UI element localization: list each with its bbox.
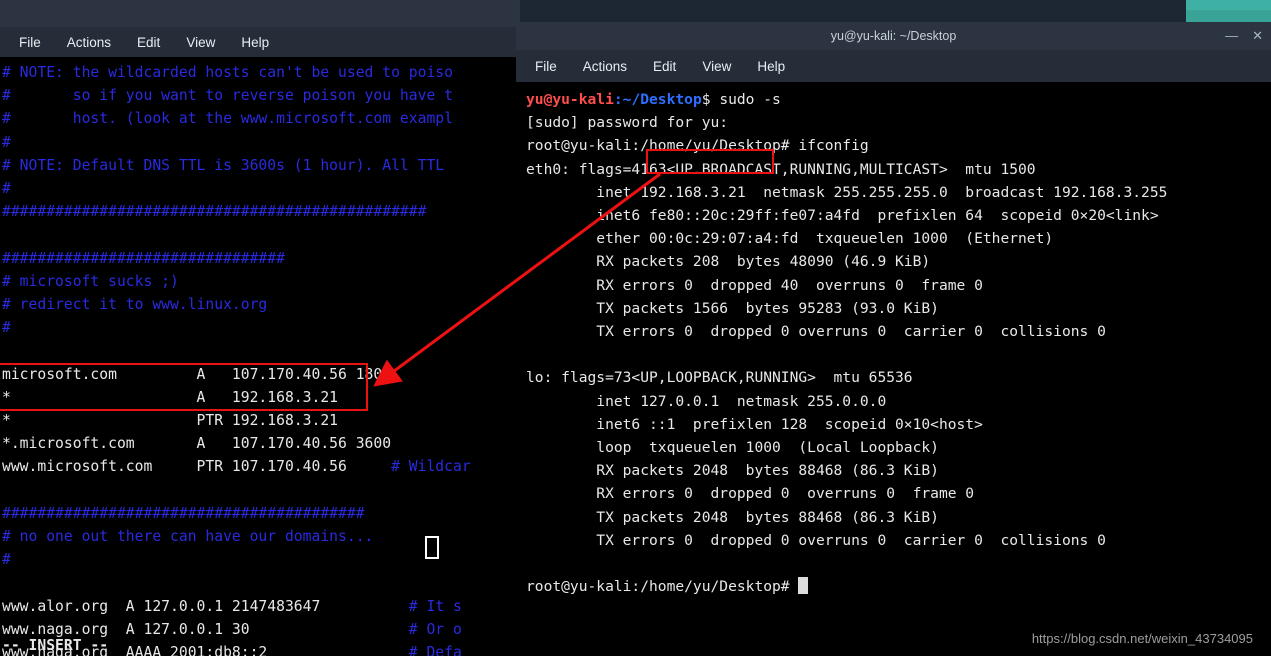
shell-block-cursor <box>798 577 809 595</box>
menu-item-file[interactable]: File <box>8 31 52 54</box>
front-window-title: yu@yu-kali: ~/Desktop <box>830 29 957 43</box>
back-window-menubar[interactable]: File Actions Edit View Help <box>0 27 520 57</box>
menu-item-edit[interactable]: Edit <box>126 31 171 54</box>
back-window-titlebar[interactable]: yu@yu-kali: ~/Desktop <box>0 0 520 27</box>
menu-item-view[interactable]: View <box>691 55 742 78</box>
menu-item-view[interactable]: View <box>175 31 226 54</box>
menu-item-actions[interactable]: Actions <box>56 31 122 54</box>
ifconfig-session-output[interactable]: yu@yu-kali:~/Desktop$ sudo -s [sudo] pas… <box>516 82 1271 598</box>
menu-item-help[interactable]: Help <box>746 55 796 78</box>
minimize-icon[interactable]: — <box>1225 29 1238 42</box>
editor-terminal-area[interactable]: # NOTE: the wildcarded hosts can't be us… <box>0 57 520 656</box>
vim-block-cursor <box>425 536 439 559</box>
close-icon[interactable]: ✕ <box>1252 29 1263 42</box>
etter-dns-file-content[interactable]: # NOTE: the wildcarded hosts can't be us… <box>0 57 520 656</box>
terminal-window-editor[interactable]: yu@yu-kali: ~/Desktop File Actions Edit … <box>0 0 520 656</box>
menu-item-help[interactable]: Help <box>230 31 280 54</box>
terminal-window-shell[interactable]: yu@yu-kali: ~/Desktop — ✕ File Actions E… <box>516 22 1271 656</box>
front-window-menubar[interactable]: File Actions Edit View Help <box>516 50 1271 82</box>
shell-terminal-area[interactable]: yu@yu-kali:~/Desktop$ sudo -s [sudo] pas… <box>516 82 1271 656</box>
menu-item-file[interactable]: File <box>524 55 568 78</box>
menu-item-actions[interactable]: Actions <box>572 55 638 78</box>
front-window-titlebar[interactable]: yu@yu-kali: ~/Desktop — ✕ <box>516 22 1271 50</box>
desktop-accent-teal-top <box>1186 0 1271 10</box>
csdn-watermark: https://blog.csdn.net/weixin_43734095 <box>1031 631 1253 646</box>
vim-mode-status: -- INSERT -- <box>2 637 109 654</box>
window-controls[interactable]: — ✕ <box>1225 22 1263 49</box>
menu-item-edit[interactable]: Edit <box>642 55 687 78</box>
